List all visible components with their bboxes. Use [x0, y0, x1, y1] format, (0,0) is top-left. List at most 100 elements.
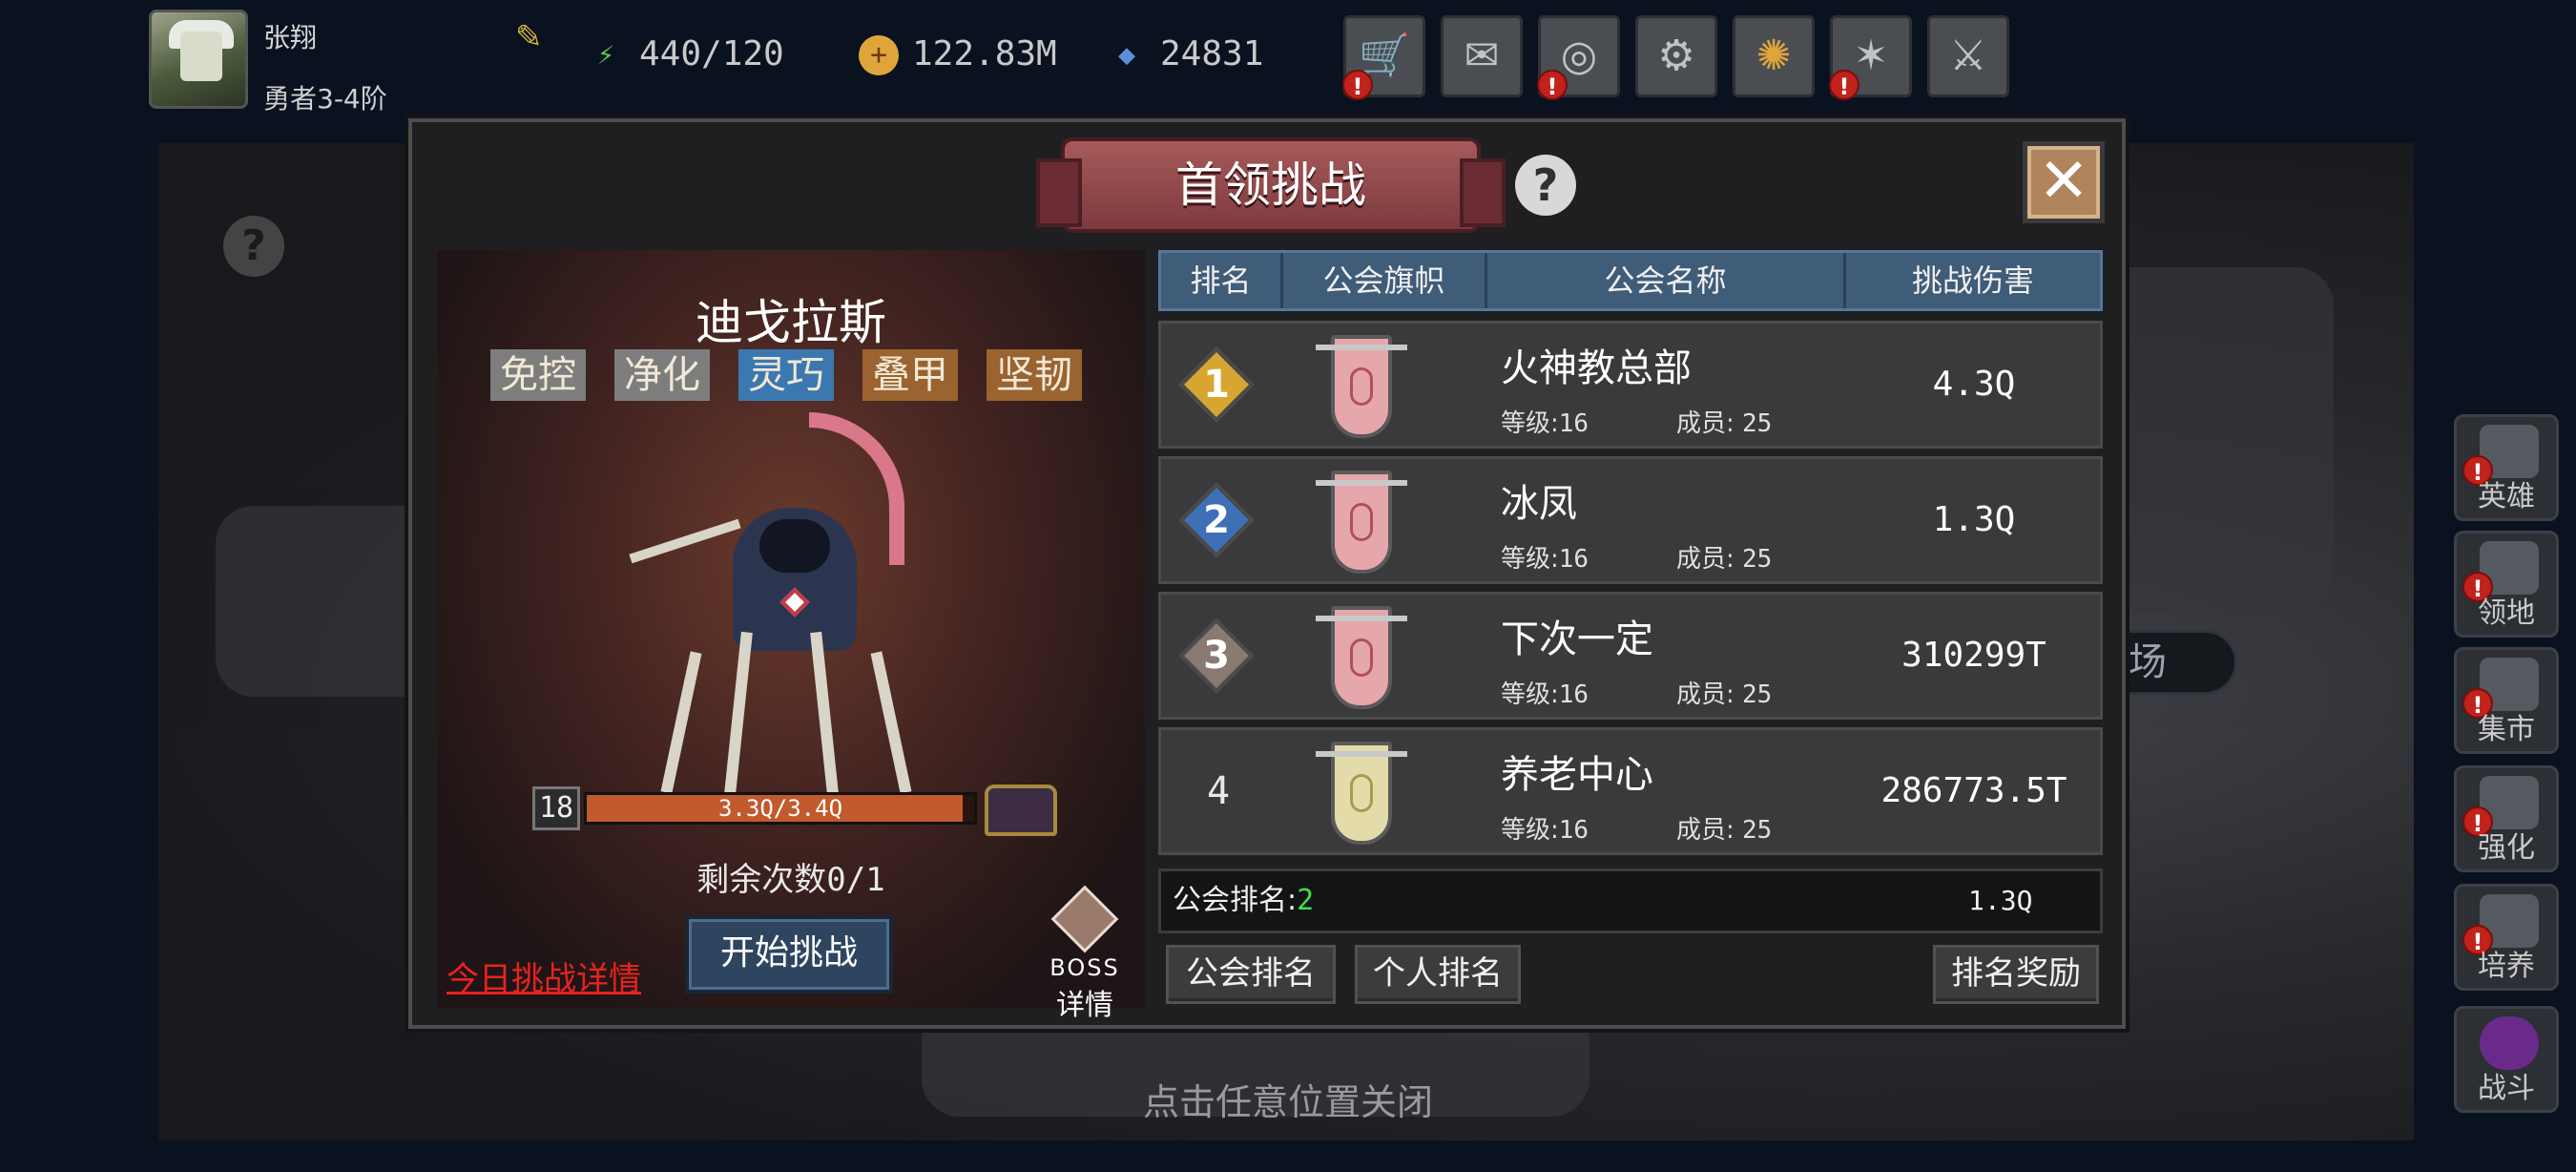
boss-name: 迪戈拉斯	[696, 295, 886, 350]
guild-damage: 310299T	[1901, 636, 2046, 675]
boss-leg	[810, 631, 839, 795]
gold-coin-icon: +	[859, 35, 899, 75]
guild-name: 冰凤	[1501, 482, 1577, 526]
side-menu-heroes[interactable]: ! 英雄	[2454, 414, 2559, 521]
boss-tag[interactable]: 叠甲	[862, 349, 958, 401]
rank-number: 3	[1203, 634, 1230, 678]
column-header-rank: 排名	[1161, 253, 1283, 308]
edit-icon[interactable]: ✎	[515, 19, 551, 55]
settings-button[interactable]: ⚙	[1635, 15, 1717, 97]
mail-button[interactable]: ✉	[1441, 15, 1523, 97]
gold-resource: +122.83M	[859, 31, 1057, 78]
remaining-label: 剩余次数	[696, 861, 827, 899]
column-header-flag: 公会旗帜	[1283, 253, 1487, 308]
boss-level: 18	[532, 786, 580, 830]
energy-icon: ⚡	[596, 38, 615, 72]
guild-flag-icon	[1316, 606, 1407, 709]
side-menu-label: 英雄	[2478, 480, 2535, 513]
table-row[interactable]: 2 冰凤 等级:16 成员: 25 1.3Q	[1158, 456, 2103, 584]
side-menu-market[interactable]: ! 集市	[2454, 647, 2559, 754]
side-menu-nurture[interactable]: ! 培养	[2454, 884, 2559, 991]
table-row[interactable]: 1 火神教总部 等级:16 成员: 25 4.3Q	[1158, 321, 2103, 449]
guild-damage: 1.3Q	[1932, 500, 2016, 539]
guild-flag-icon	[1316, 335, 1407, 438]
rank-number: 4	[1206, 769, 1231, 813]
guild-name: 养老中心	[1501, 753, 1653, 797]
remaining-attempts: 剩余次数0/1	[437, 853, 1145, 900]
top-bar: 张翔 勇者3-4阶 ✎ ⚡ 440/120 +122.83M ◆ 24831 🛒! …	[0, 0, 2576, 115]
boss-panel: 迪戈拉斯 免控 净化 灵巧 叠甲 坚韧 18 3.3Q/3.4Q 剩余次数0/1…	[437, 250, 1145, 1022]
boss-tag[interactable]: 灵巧	[738, 349, 834, 401]
modal-title: 首领挑战	[1175, 157, 1366, 213]
boss-tag[interactable]: 免控	[490, 349, 586, 401]
boss-tag[interactable]: 坚韧	[987, 349, 1082, 401]
avatar-face	[180, 31, 222, 81]
side-menu-territory[interactable]: ! 领地	[2454, 531, 2559, 638]
boss-details-label-2: 详情	[1056, 989, 1113, 1022]
side-menu-enhance[interactable]: ! 强化	[2454, 765, 2559, 872]
side-menu-label: 强化	[2478, 831, 2535, 865]
diamond-resource: ◆ 24831	[1107, 31, 1263, 78]
side-menu-label: 培养	[2478, 950, 2535, 983]
column-header-guild-name: 公会名称	[1487, 253, 1846, 308]
boss-tags: 免控 净化 灵巧 叠甲 坚韧	[490, 349, 1101, 403]
table-header: 排名 公会旗帜 公会名称 挑战伤害	[1158, 250, 2103, 311]
diamond-value: 24831	[1160, 34, 1264, 73]
boss-staff	[629, 518, 741, 564]
alert-icon: !	[1829, 70, 1859, 100]
guild-flag-icon	[1316, 742, 1407, 845]
help-icon[interactable]: ?	[1515, 155, 1576, 216]
my-guild-rank-row: 公会排名:2 1.3Q	[1158, 869, 2103, 933]
boss-sprite[interactable]	[609, 412, 971, 795]
crossed-swords-icon: ⚔	[1949, 31, 1987, 80]
shop-button[interactable]: 🛒!	[1342, 15, 1425, 100]
my-guild-rank: 公会排名:2	[1173, 884, 1315, 917]
alert-icon: !	[1537, 70, 1568, 100]
personal-rank-button[interactable]: 个人排名	[1355, 945, 1521, 1004]
swords-button[interactable]: ⚔	[1927, 15, 2009, 97]
rank-number: 2	[1203, 498, 1230, 542]
guild-meta: 等级:16 成员: 25	[1501, 545, 1773, 574]
player-name: 张翔	[263, 22, 318, 53]
gold-value: 122.83M	[912, 34, 1057, 73]
tap-to-close-hint[interactable]: 点击任意位置关闭	[0, 1073, 2576, 1125]
table-row[interactable]: 3 下次一定 等级:16 成员: 25 310299T	[1158, 592, 2103, 720]
boss-details-button[interactable]: BOSS 详情	[1042, 885, 1128, 1022]
gamepad-icon: ◎	[1560, 31, 1598, 80]
fireworks-icon: ✶	[1853, 31, 1889, 80]
guild-rank-button[interactable]: 公会排名	[1166, 945, 1336, 1004]
guild-name: 下次一定	[1501, 617, 1653, 661]
close-button[interactable]: ✕	[2023, 141, 2105, 223]
wheel-button[interactable]: ✺	[1733, 15, 1815, 97]
boss-leg	[870, 651, 912, 794]
battle-portal-icon	[2480, 1016, 2539, 1070]
fireworks-button[interactable]: ✶!	[1829, 15, 1912, 100]
energy-resource: ⚡ 440/120	[586, 31, 784, 78]
boss-hp: 18 3.3Q/3.4Q	[532, 785, 1067, 838]
guild-damage: 4.3Q	[1932, 365, 2016, 404]
start-challenge-button[interactable]: 开始挑战	[685, 915, 893, 994]
guild-meta: 等级:16 成员: 25	[1501, 816, 1773, 845]
column-header-damage: 挑战伤害	[1911, 262, 2034, 299]
gear-icon: ⚙	[1657, 31, 1695, 80]
envelope-icon: ✉	[1464, 31, 1500, 80]
boss-tag[interactable]: 净化	[614, 349, 710, 401]
today-challenge-details-link[interactable]: 今日挑战详情	[447, 952, 641, 999]
side-menu-label: 领地	[2478, 596, 2535, 630]
treasure-chest-icon[interactable]	[985, 785, 1057, 836]
remaining-value: 0/1	[826, 861, 885, 899]
player-rank: 勇者3-4阶	[263, 83, 387, 115]
player-avatar[interactable]	[149, 10, 248, 109]
my-guild-rank-value: 2	[1297, 884, 1315, 917]
rank-reward-button[interactable]: 排名奖励	[1933, 945, 2099, 1004]
boss-challenge-modal: 首领挑战 ? ✕ 迪戈拉斯 免控 净化 灵巧 叠甲 坚韧 18 3.3Q/3.4…	[408, 118, 2126, 1029]
world-help-icon[interactable]: ?	[223, 216, 284, 277]
boss-details-label-1: BOSS	[1049, 954, 1120, 981]
energy-value: 440/120	[639, 34, 784, 73]
color-wheel-icon: ✺	[1755, 31, 1792, 80]
gamepad-button[interactable]: ◎!	[1537, 15, 1620, 100]
boss-leg	[660, 651, 702, 794]
guild-flag-icon	[1316, 471, 1407, 574]
table-row[interactable]: 4 养老中心 等级:16 成员: 25 286773.5T	[1158, 727, 2103, 855]
modal-title-banner: 首领挑战	[1036, 137, 1506, 233]
